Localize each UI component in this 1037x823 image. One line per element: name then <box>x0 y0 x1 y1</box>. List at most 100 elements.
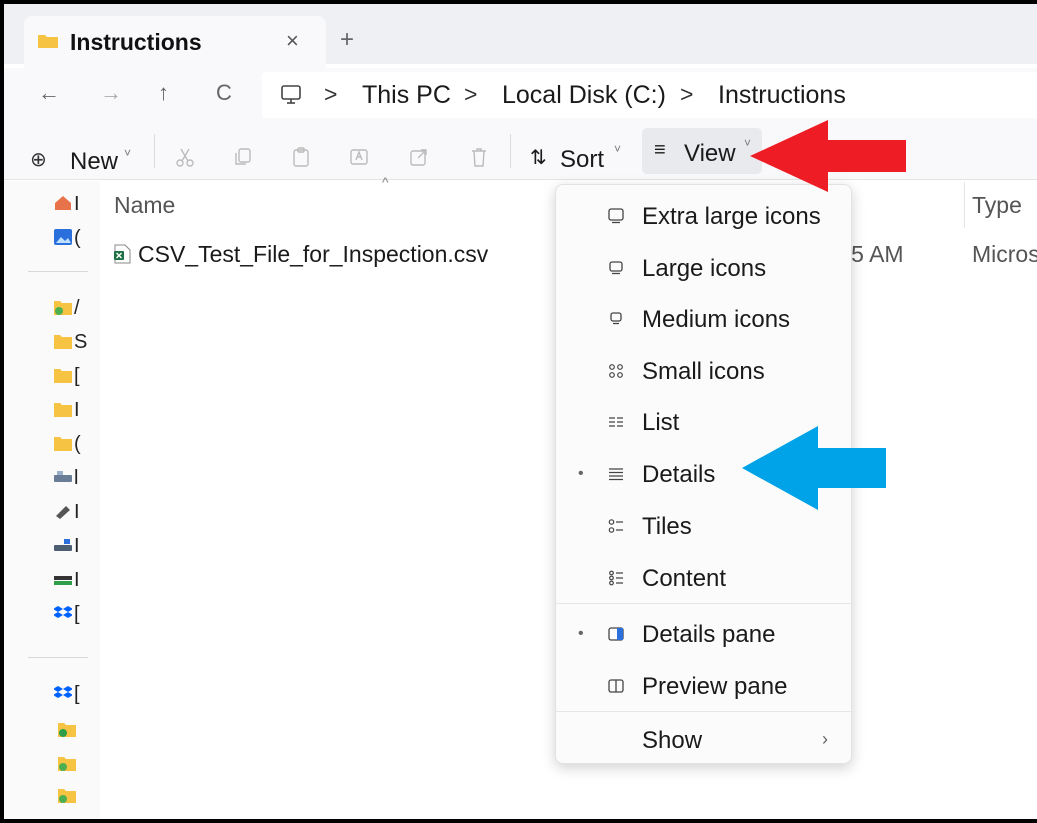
menu-item-small-icons[interactable]: Small icons <box>556 348 853 394</box>
sidebar-item-label: I <box>74 535 80 557</box>
sidebar-divider <box>28 657 88 658</box>
navigation-bar: ← → ↑ C > This PC > Local Disk (C:) > In… <box>4 68 1037 122</box>
delete-icon[interactable] <box>468 146 490 168</box>
menu-item-label: Medium icons <box>642 306 791 333</box>
sidebar-item-label: ( <box>74 433 81 455</box>
folder-synced-icon[interactable] <box>54 299 72 315</box>
breadcrumb-local-disk[interactable]: Local Disk (C:) <box>502 81 666 110</box>
menu-item-extra-large-icons[interactable]: Extra large icons <box>556 193 853 239</box>
sidebar-divider <box>28 271 88 272</box>
file-explorer-window: Instructions × + ← → ↑ C > This PC > Loc… <box>0 0 1037 823</box>
folder-synced-icon[interactable] <box>58 787 76 803</box>
sidebar-item-label: [ <box>74 603 80 625</box>
menu-item-large-icons[interactable]: Large icons <box>556 245 853 291</box>
folder-icon[interactable] <box>54 333 72 349</box>
monitor-icon <box>608 208 624 224</box>
menu-item-label: Details <box>642 461 716 488</box>
menu-item-label: Extra large icons <box>642 203 821 230</box>
rename-icon[interactable] <box>348 146 370 168</box>
sidebar-item-label: I <box>74 569 80 591</box>
refresh-button[interactable]: C <box>216 80 232 106</box>
drive-icon[interactable] <box>54 571 72 587</box>
network-drive-icon[interactable] <box>54 469 72 485</box>
usb-drive-icon[interactable] <box>54 503 72 519</box>
folder-icon <box>38 35 58 48</box>
file-type: Micros <box>972 241 1037 267</box>
view-label: View <box>684 140 736 167</box>
chevron-down-icon: ˅ <box>124 146 132 160</box>
gallery-icon[interactable] <box>54 229 72 245</box>
breadcrumb-separator-icon: > <box>680 81 694 107</box>
file-name[interactable]: CSV_Test_File_for_Inspection.csv <box>138 241 488 268</box>
dropbox-icon[interactable] <box>54 605 72 621</box>
folder-synced-icon[interactable] <box>58 755 76 771</box>
breadcrumb-separator-icon: > <box>464 81 478 107</box>
menu-item-content[interactable]: Content <box>556 555 853 601</box>
selected-bullet-icon: • <box>578 625 584 642</box>
tab-title: Instructions <box>70 29 202 55</box>
folder-icon[interactable] <box>54 367 72 383</box>
breadcrumb-instructions[interactable]: Instructions <box>718 81 846 110</box>
sidebar-item-label: I <box>74 501 80 523</box>
sidebar-item-label: ( <box>74 227 81 249</box>
sidebar-item-label: I <box>74 193 80 215</box>
drive-icon[interactable] <box>54 537 72 553</box>
menu-item-label: Large icons <box>642 255 767 282</box>
monitor-icon <box>610 312 622 325</box>
new-tab-button[interactable]: + <box>340 28 354 52</box>
menu-item-details-pane[interactable]: • Details pane <box>556 611 853 657</box>
sidebar-item-label: [ <box>74 683 80 705</box>
menu-item-label: Details pane <box>642 621 776 648</box>
navigation-pane: I ( / S [ I ( l I I I [ [ <box>4 181 100 819</box>
close-tab-icon[interactable]: × <box>286 28 299 54</box>
folder-icon[interactable] <box>54 435 72 451</box>
selected-bullet-icon: • <box>578 465 584 482</box>
sort-button[interactable]: ⇅ Sort ˅ <box>530 142 626 176</box>
folder-synced-icon[interactable] <box>58 721 76 737</box>
sidebar-item-label: [ <box>74 365 80 387</box>
address-bar[interactable]: > This PC > Local Disk (C:) > Instructio… <box>262 72 1037 118</box>
cut-icon[interactable] <box>174 146 196 168</box>
breadcrumb-this-pc[interactable]: This PC <box>362 81 451 110</box>
sort-caret-icon: ^ <box>382 174 389 190</box>
menu-item-label: Tiles <box>642 513 692 540</box>
share-icon[interactable] <box>408 146 430 168</box>
paste-icon[interactable] <box>290 146 312 168</box>
tab-bar: Instructions × + <box>4 4 1037 68</box>
view-lines-icon: ≡ <box>654 139 666 161</box>
sidebar-item-label: l <box>74 467 79 489</box>
breadcrumb-separator-icon: > <box>324 81 338 107</box>
sort-icon: ⇅ <box>530 147 547 169</box>
menu-item-label: List <box>642 409 680 436</box>
excel-file-icon <box>114 244 131 264</box>
forward-button[interactable]: → <box>100 80 122 106</box>
folder-icon[interactable] <box>54 401 72 417</box>
menu-item-label: Content <box>642 565 727 592</box>
menu-item-label: Show <box>642 727 703 754</box>
menu-item-medium-icons[interactable]: Medium icons <box>556 296 853 342</box>
menu-separator <box>556 603 853 604</box>
blue-arrow-annotation <box>742 426 886 510</box>
up-button[interactable]: ↑ <box>158 80 169 106</box>
menu-item-preview-pane[interactable]: Preview pane <box>556 663 853 709</box>
tab-instructions[interactable]: Instructions × <box>24 16 326 68</box>
copy-icon[interactable] <box>232 146 254 168</box>
new-label: New <box>70 148 119 175</box>
content-icon <box>609 570 623 586</box>
toolbar-divider <box>154 134 155 168</box>
menu-item-label: Preview pane <box>642 673 788 700</box>
menu-separator <box>556 711 853 712</box>
column-header-name[interactable]: Name <box>114 192 175 219</box>
back-button[interactable]: ← <box>38 80 60 106</box>
column-divider <box>964 182 965 228</box>
toolbar-divider <box>510 134 511 168</box>
view-button[interactable]: ≡ View ˅ <box>642 128 762 174</box>
menu-item-show[interactable]: Show › <box>556 717 853 763</box>
red-arrow-annotation <box>750 120 906 192</box>
details-icon <box>609 468 623 481</box>
dropbox-icon[interactable] <box>54 685 72 701</box>
home-icon[interactable] <box>54 195 72 211</box>
sidebar-item-label: S <box>74 331 88 353</box>
list-icon <box>609 417 623 427</box>
column-header-type[interactable]: Type <box>972 192 1022 219</box>
